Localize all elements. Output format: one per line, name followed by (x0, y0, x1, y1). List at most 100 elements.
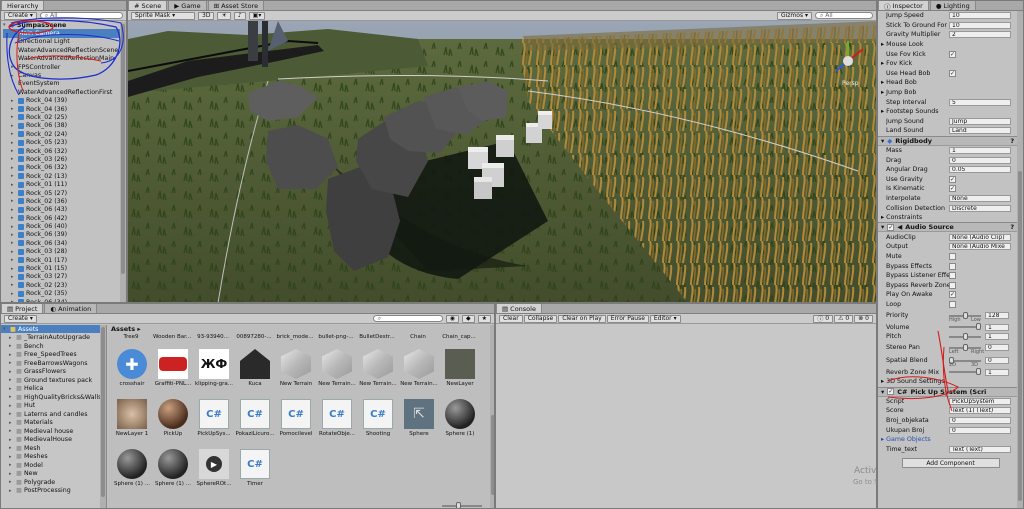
value-field[interactable]: Jump (949, 117, 1011, 125)
hierarchy-item[interactable]: ▸ Rock_02 (25) (3, 113, 126, 121)
folder-item[interactable]: ▸ ■ HighQualityBricks&Walls (1, 393, 106, 402)
hierarchy-item[interactable]: ▸ Rock_02 (24) (3, 130, 126, 138)
checkbox[interactable]: ✓ (949, 185, 956, 193)
asset-item[interactable]: C# Pomocilevel (276, 399, 316, 437)
console-error-pause-button[interactable]: Error Pause (606, 314, 649, 323)
value-field[interactable]: Discrete (949, 204, 1011, 212)
foldout-row[interactable]: ▸ Head Bob (878, 78, 1023, 88)
shading-mode-dropdown[interactable]: Sprite Mask ▾ (131, 11, 195, 20)
checkbox[interactable] (949, 252, 956, 260)
checkbox[interactable] (949, 262, 956, 270)
asset-item[interactable]: PickUp (153, 399, 193, 437)
asset-item[interactable]: C# PickUpSys... (194, 399, 234, 437)
foldout-row[interactable]: ▸ Jump Bob (878, 88, 1023, 98)
folder-item[interactable]: ▸ ■ FreeBarrowsWagons (1, 359, 106, 368)
folder-assets-root[interactable]: ▾ ■ Assets (1, 325, 106, 334)
tab-inspector[interactable]: ⓘ Inspector (878, 1, 929, 11)
scene-search[interactable]: ⌕ All (815, 12, 873, 19)
folder-item[interactable]: ▸ ■ Polygrade (1, 478, 106, 487)
value-field[interactable]: 2 (949, 31, 1011, 39)
folder-item[interactable]: ▸ ■ Model (1, 461, 106, 470)
asset-item[interactable]: C# Timer (235, 449, 275, 487)
asset-item[interactable]: NewLayer (440, 349, 480, 387)
asset-item[interactable]: New Terrain (276, 349, 316, 387)
folder-item[interactable]: ▸ ■ PostProcessing (1, 486, 106, 495)
tab-game[interactable]: ▶ Game (168, 1, 207, 10)
checkbox[interactable] (949, 281, 956, 289)
hierarchy-item[interactable]: ▸ Rock_03 (26) (3, 155, 126, 163)
rigidbody-header[interactable]: ▾◆Rigidbody?⚙ (878, 135, 1023, 146)
value-field[interactable]: Land (949, 127, 1011, 135)
filter-label-button[interactable]: ◆ (461, 314, 475, 323)
console-editor-dropdown[interactable]: Editor ▾ (649, 314, 681, 323)
value-field[interactable]: None (Audio Mixe (949, 243, 1011, 251)
tab-asset-store[interactable]: ⊞ Asset Store (207, 1, 265, 10)
hierarchy-item[interactable]: ▸ Rock_03 (27) (3, 273, 126, 281)
foldout-row[interactable]: ▸ Footstep Sounds (878, 107, 1023, 117)
asset-item[interactable]: New Terrain... (317, 349, 357, 387)
gizmos-dropdown[interactable]: Gizmos ▾ (776, 11, 812, 20)
add-component-button[interactable]: Add Component (901, 458, 1000, 469)
hierarchy-item[interactable]: ▸ Rock_02 (13) (3, 172, 126, 180)
value-field[interactable]: None (949, 194, 1011, 202)
warning-count-toggle[interactable]: ⚠ 0 (834, 314, 854, 323)
favorite-button[interactable]: ★ (477, 314, 491, 323)
folder-item[interactable]: ▸ ■ Bench (1, 342, 106, 351)
folder-item[interactable]: ▸ ■ Meshes (1, 452, 106, 461)
thumbnail-size-slider[interactable] (442, 502, 482, 508)
game-objects-foldout[interactable]: ▸ Game Objects (878, 435, 1023, 445)
value-field[interactable]: None (Audio Clip) (949, 233, 1011, 241)
checkbox[interactable] (949, 272, 956, 280)
asset-item[interactable]: ⇱ Sphere (399, 399, 439, 437)
hierarchy-item[interactable]: ▸ Rock_04 (36) (3, 105, 126, 113)
hierarchy-item[interactable]: ▸ Rock_06 (39) (3, 231, 126, 239)
folder-item[interactable]: ▸ ■ Ground textures pack (1, 376, 106, 385)
value-field[interactable]: 10 (949, 12, 1011, 20)
folder-item[interactable]: ▸ ■ _TerrainAutoUpgrade (1, 333, 106, 342)
value-field[interactable]: 1 (949, 147, 1011, 155)
folder-item[interactable]: ▸ ■ Mesh (1, 444, 106, 453)
help-icon[interactable]: ? (1010, 137, 1014, 145)
asset-item[interactable]: C# PokaziLicuro... (235, 399, 275, 437)
value-field[interactable]: 0 (949, 426, 1011, 434)
hierarchy-item[interactable]: ▸ Rock_05 (23) (3, 138, 126, 146)
value-field[interactable]: Text (Text) (949, 445, 1011, 453)
asset-item[interactable]: Sphere (1) ... (153, 449, 193, 487)
hierarchy-item[interactable]: ▸ Rock_06 (43) (3, 206, 126, 214)
folder-item[interactable]: ▸ ■ MedievalHouse (1, 435, 106, 444)
error-count-toggle[interactable]: ⊗ 0 (854, 314, 873, 323)
folder-item[interactable]: ▸ ■ GrassFlowers (1, 367, 106, 376)
asset-item[interactable]: ✚ crosshair (112, 349, 152, 387)
filter-type-button[interactable]: ◉ (445, 314, 459, 323)
tab-animation[interactable]: ◐ Animation (44, 304, 98, 313)
foldout-row[interactable]: ▸ Mouse Look (878, 40, 1023, 50)
hierarchy-item[interactable]: ▸ Rock_02 (23) (3, 281, 126, 289)
project-search[interactable]: ⌕ (372, 315, 443, 322)
asset-item[interactable]: C# RotateObje... (317, 399, 357, 437)
constraints-foldout[interactable]: ▸ Constraints (878, 213, 1023, 223)
hierarchy-item[interactable]: ▸ Rock_06 (42) (3, 214, 126, 222)
folder-item[interactable]: ▸ ■ Materials (1, 418, 106, 427)
hierarchy-item[interactable]: ▸ Rock_06 (32) (3, 164, 126, 172)
console-log-area[interactable] (496, 325, 876, 508)
value-field[interactable]: 0 (949, 156, 1011, 164)
folder-item[interactable]: ▸ ■ Hut (1, 401, 106, 410)
console-clear-button[interactable]: Clear (499, 314, 523, 323)
hierarchy-item[interactable]: ▸ Rock_03 (28) (3, 248, 126, 256)
hierarchy-item[interactable]: ▸ Rock_01 (17) (3, 256, 126, 264)
inspector-scrollbar[interactable] (1017, 11, 1023, 508)
scene-viewport[interactable]: Persp (128, 21, 877, 303)
folder-item[interactable]: ▸ ■ New (1, 469, 106, 478)
tab-hierarchy[interactable]: Hierarchy (1, 1, 45, 10)
effects-toggle[interactable]: ▣ ▾ (248, 11, 266, 20)
asset-item[interactable]: Sphere (1) ... (112, 449, 152, 487)
hierarchy-item[interactable]: ▸ Rock_02 (36) (3, 197, 126, 205)
tab-console[interactable]: ▤ Console (496, 304, 542, 313)
value-field[interactable]: 5 (949, 98, 1011, 106)
folder-item[interactable]: ▸ ■ Free_SpeedTrees (1, 350, 106, 359)
folder-item[interactable]: ▸ ■ Helica (1, 384, 106, 393)
folder-item[interactable]: ▸ ■ Laterns and candles (1, 410, 106, 419)
mode-3d-toggle[interactable]: 3D (198, 11, 215, 20)
hierarchy-item[interactable]: ▸ Rock_05 (27) (3, 189, 126, 197)
hierarchy-item[interactable]: ▸ Rock_06 (40) (3, 222, 126, 230)
